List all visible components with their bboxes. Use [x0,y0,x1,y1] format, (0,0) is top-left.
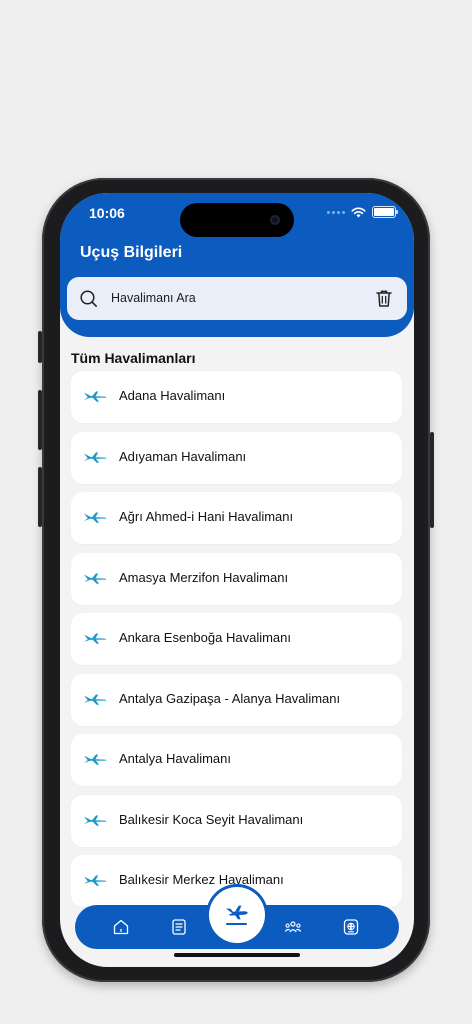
trash-icon[interactable] [375,289,393,308]
airport-list-item[interactable]: Ankara Esenboğa Havalimanı [71,613,402,665]
wifi-icon [351,207,366,217]
airplane-icon [84,452,107,463]
airport-name: Antalya Gazipaşa - Alanya Havalimanı [119,690,341,706]
home-indicator [174,953,300,957]
airport-list-item[interactable]: Balıkesir Koca Seyit Havalimanı [71,794,402,847]
airport-list-item[interactable]: Adıyaman Havalimanı [71,431,402,484]
status-time: 10:06 [89,205,125,221]
document-icon[interactable] [170,918,188,936]
status-indicators [327,206,398,218]
airplane-icon [84,754,107,765]
airport-name: Adıyaman Havalimanı [119,448,247,464]
passport-icon[interactable] [342,918,360,936]
airport-name: Amasya Merzifon Havalimanı [119,569,289,585]
airport-list-item[interactable]: Amasya Merzifon Havalimanı [71,552,402,605]
page-title: Uçuş Bilgileri [80,244,183,261]
battery-icon [372,206,398,218]
search-icon [80,290,98,308]
airport-name: Ankara Esenboğa Havalimanı [119,630,291,645]
airplane-icon [84,391,107,402]
airport-list-item[interactable]: Antalya Havalimanı [71,734,402,786]
airport-name: Adana Havalimanı [119,388,226,403]
flights-tab-button[interactable] [209,887,265,943]
airplane-icon [84,512,107,523]
power-button [430,432,434,528]
airport-list: Adana Havalimanı Adıyaman Havalimanı Ağr… [71,371,402,916]
airport-name: Balıkesir Koca Seyit Havalimanı [119,811,304,827]
section-title: Tüm Havalimanları [71,350,196,366]
airplane-icon [84,875,107,886]
dynamic-island [180,203,294,237]
home-icon[interactable] [112,918,130,936]
airplane-icon [84,694,107,705]
airport-name: Ağrı Ahmed-i Hani Havalimanı [119,509,294,524]
app-screen: 10:06 Uçuş Bilgileri Havalimanı Ara Tüm … [60,193,414,967]
people-group-icon[interactable] [284,918,302,936]
airplane-icon [84,573,107,584]
signal-icon [327,210,345,214]
airport-name: Antalya Havalimanı [119,751,231,766]
search-bar[interactable] [67,277,407,320]
camera-icon [270,215,280,225]
airport-list-item[interactable]: Adana Havalimanı [71,371,402,423]
airplane-icon [84,815,107,826]
airplane-icon [84,633,107,644]
flight-departure-icon [226,905,248,925]
app-header: 10:06 Uçuş Bilgileri [60,193,414,337]
airport-list-item[interactable]: Antalya Gazipaşa - Alanya Havalimanı [71,673,402,726]
search-input[interactable] [111,288,351,308]
airport-list-item[interactable]: Ağrı Ahmed-i Hani Havalimanı [71,492,402,544]
airport-name: Balıkesir Merkez Havalimanı [119,872,284,887]
